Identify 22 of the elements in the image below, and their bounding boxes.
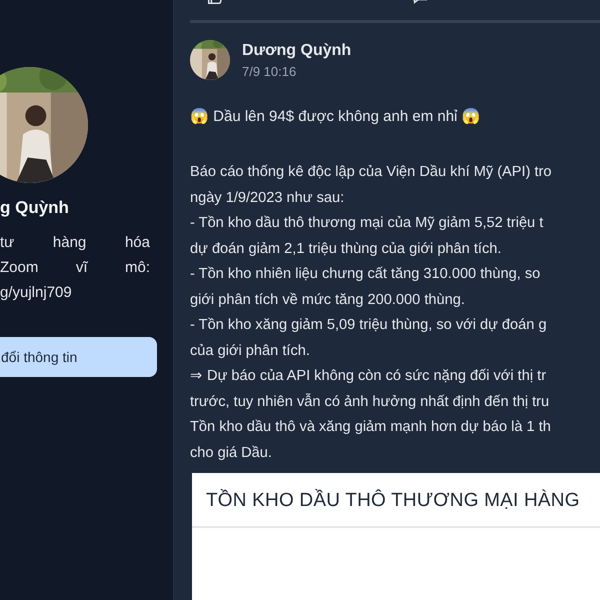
attached-image[interactable]: TỒN KHO DẦU THÔ THƯƠNG MẠI HÀNG: [192, 473, 600, 600]
post-text: - Tồn kho nhiên liệu chưng cất tăng 310.000 thùng, so: [190, 265, 542, 284]
post-text: Tồn kho dầu thô và xăng giảm mạnh hơn dự báo là 1 th: [190, 418, 552, 437]
profile-bio: Zoom vĩ mô:: [0, 258, 150, 278]
post-text: - Tồn kho xăng giảm 5,09 triệu thùng, so với dự đoán g: [190, 316, 548, 335]
post-text: của giới phân tích.: [190, 342, 311, 360]
author-name[interactable]: Dương Quỳnh: [242, 42, 352, 60]
post-text: - Tồn kho dầu thô thương mại của Mỹ giảm 5,52 triệu t: [190, 214, 544, 233]
post-text: trước, tuy nhiên vẫn có ảnh hưởng nhất định đến thị tru: [190, 392, 550, 412]
profile-bio: tư hàng hóa: [0, 233, 150, 253]
post-text: ngày 1/9/2023 như sau:: [190, 188, 346, 208]
edit-profile-button[interactable]: đổi thông tin: [0, 337, 157, 377]
post-headline: 😱 Dầu lên 94$ được không anh em nhỉ 😱: [190, 107, 482, 125]
post-text: cho giá Dầu.: [190, 444, 273, 462]
image-title: TỒN KHO DẦU THÔ THƯƠNG MẠI HÀNG: [205, 490, 581, 512]
profile-bio: g/yujlnj709: [0, 283, 73, 303]
post-text: giới phân tích về mức tăng 200.000 thùng.: [190, 290, 466, 310]
post-text: Báo cáo thống kê độc lập của Viện Dầu khí Mỹ (API) tro: [190, 163, 553, 182]
post-text: dự đoán giảm 2,1 triệu thùng của giới phân tích.: [190, 240, 502, 258]
post-text: ⇒ Dự báo của API không còn có sức nặng đối với thị tr: [190, 367, 548, 386]
post-time: 7/9 10:16: [242, 64, 298, 78]
profile-name: g Quỳnh: [0, 198, 70, 218]
